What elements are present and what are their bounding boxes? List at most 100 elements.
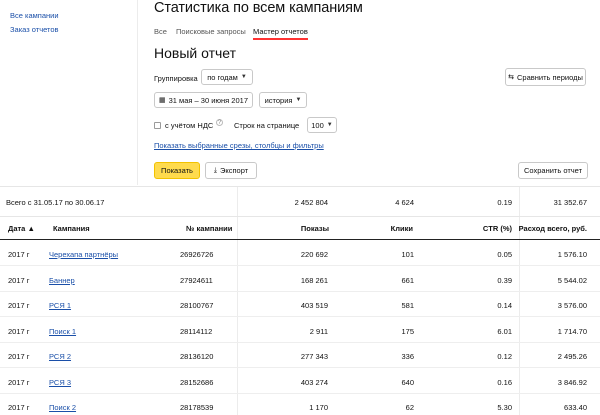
row-divider xyxy=(0,341,600,343)
vat-label: с учётом НДС xyxy=(165,121,214,130)
tab-search-queries[interactable]: Поисковые запросы xyxy=(176,27,246,36)
export-icon: ⤓ xyxy=(213,166,217,174)
totals-ctr: 0.19 xyxy=(497,198,512,207)
cell-clicks: 661 xyxy=(401,275,414,285)
save-report-label: Сохранить отчет xyxy=(523,166,583,175)
header-divider xyxy=(0,239,600,240)
cell-ctr: 0.16 xyxy=(497,377,512,387)
cell-spend: 3 576.00 xyxy=(557,301,587,310)
cell-ctr: 0.39 xyxy=(497,275,512,285)
cell-campaign-link[interactable]: РСЯ 1 xyxy=(49,301,71,310)
cell-campaign-id: 27924611 xyxy=(180,275,213,285)
column-header-date[interactable]: Дата ▲ xyxy=(8,224,35,233)
totals-spend: 31 352.67 xyxy=(553,198,587,207)
column-header-impressions[interactable]: Показы xyxy=(301,224,329,233)
column-separator xyxy=(519,187,520,415)
cell-campaign-id: 28114112 xyxy=(180,326,213,336)
compare-periods-button[interactable]: ⇆ Сравнить периоды xyxy=(505,68,586,86)
grouping-value: по годам xyxy=(207,72,238,82)
report-title: Новый отчет xyxy=(154,45,237,61)
column-header-campaign[interactable]: Кампания xyxy=(53,224,90,233)
cell-spend: 2 495.26 xyxy=(557,352,587,361)
cell-ctr: 0.12 xyxy=(497,352,512,361)
cell-impressions: 277 343 xyxy=(300,352,328,361)
totals-impressions: 2 452 804 xyxy=(294,198,328,207)
column-header-ctr[interactable]: CTR (%) xyxy=(483,224,512,233)
left-nav: Все кампании Заказ отчетов xyxy=(0,0,138,185)
export-button-label: Экспорт xyxy=(219,166,249,175)
tab-all[interactable]: Все xyxy=(154,27,167,36)
column-separator xyxy=(237,187,238,415)
cell-spend: 1 714.70 xyxy=(557,326,587,336)
chevron-down-icon: ▼ xyxy=(326,122,333,128)
row-divider xyxy=(0,265,600,266)
cell-campaign-link[interactable]: РСЯ 2 xyxy=(49,352,71,361)
cell-date: 2017 г xyxy=(8,403,30,412)
cell-campaign-id: 28152686 xyxy=(180,377,214,387)
save-report-button[interactable]: Сохранить отчет xyxy=(518,162,588,179)
cell-campaign-id: 26926726 xyxy=(180,250,214,259)
cell-ctr: 5.30 xyxy=(497,403,512,412)
cell-impressions: 2 911 xyxy=(309,326,328,336)
cell-spend: 633.40 xyxy=(564,403,587,412)
show-button-label: Показать xyxy=(161,166,193,175)
cell-campaign-id: 28100767 xyxy=(180,301,214,310)
column-header-clicks[interactable]: Клики xyxy=(391,224,413,233)
calendar-icon: ▦ xyxy=(159,97,166,104)
compare-icon: ⇆ xyxy=(508,74,514,81)
cell-campaign-id: 28136120 xyxy=(180,352,214,361)
rows-per-page-select[interactable]: 100 ▼ xyxy=(307,117,337,133)
cell-date: 2017 г xyxy=(8,352,30,361)
vat-checkbox[interactable] xyxy=(154,122,161,129)
cell-clicks: 581 xyxy=(401,301,414,310)
page-title: Статистика по всем кампаниям xyxy=(154,0,363,16)
date-range-picker[interactable]: ▦ 31 мая – 30 июня 2017 xyxy=(154,92,253,108)
nav-all-campaigns[interactable]: Все кампании xyxy=(10,11,59,20)
export-button[interactable]: ⤓ Экспорт xyxy=(205,162,257,179)
column-header-campaign-id[interactable]: № кампании xyxy=(186,224,232,233)
cell-date: 2017 г xyxy=(8,275,30,285)
cell-campaign-link[interactable]: Поиск 1 xyxy=(49,327,76,336)
date-range-value: 31 мая – 30 июня 2017 xyxy=(168,95,248,105)
show-button[interactable]: Показать xyxy=(154,162,200,179)
chevron-down-icon: ▼ xyxy=(295,97,302,103)
cell-date: 2017 г xyxy=(8,301,30,310)
cell-date: 2017 г xyxy=(8,250,30,259)
cell-clicks: 175 xyxy=(401,326,414,336)
row-divider xyxy=(0,316,600,317)
nav-order-reports[interactable]: Заказ отчетов xyxy=(10,25,59,34)
totals-divider xyxy=(0,216,600,217)
cell-spend: 3 846.92 xyxy=(557,377,587,387)
cell-campaign-link[interactable]: РСЯ 3 xyxy=(49,378,71,387)
cell-impressions: 403 519 xyxy=(300,301,328,310)
cell-ctr: 6.01 xyxy=(497,326,512,336)
cell-impressions: 168 261 xyxy=(300,275,328,285)
compare-periods-label: Сравнить периоды xyxy=(517,72,583,82)
cell-impressions: 403 274 xyxy=(300,377,328,387)
cell-campaign-id: 28178539 xyxy=(180,403,214,412)
rows-per-page-label: Строк на странице xyxy=(234,121,300,130)
cell-clicks: 336 xyxy=(401,352,414,361)
cell-clicks: 101 xyxy=(401,250,414,259)
cell-campaign-link[interactable]: Черехапа партнёры xyxy=(49,250,118,259)
row-divider xyxy=(0,367,600,368)
cell-spend: 5 544.02 xyxy=(557,275,587,285)
cell-clicks: 640 xyxy=(401,377,414,387)
cell-impressions: 220 692 xyxy=(300,250,328,259)
cell-campaign-link[interactable]: Баннер xyxy=(49,276,75,285)
cell-date: 2017 г xyxy=(8,377,30,387)
help-icon[interactable]: ? xyxy=(216,119,223,126)
history-select[interactable]: история ▼ xyxy=(259,92,307,108)
column-header-spend[interactable]: Расход всего, руб. xyxy=(519,224,587,233)
row-divider xyxy=(0,392,600,394)
cell-impressions: 1 170 xyxy=(309,403,328,412)
totals-label: Всего с 31.05.17 по 30.06.17 xyxy=(6,198,105,207)
toolbar-divider xyxy=(0,186,600,187)
chevron-down-icon: ▼ xyxy=(240,74,247,80)
show-selected-link[interactable]: Показать выбранные срезы, столбцы и филь… xyxy=(154,141,324,150)
tab-report-wizard[interactable]: Мастер отчетов xyxy=(253,27,308,40)
cell-ctr: 0.05 xyxy=(497,250,512,259)
cell-clicks: 62 xyxy=(405,403,414,412)
grouping-select[interactable]: по годам ▼ xyxy=(201,69,253,85)
cell-campaign-link[interactable]: Поиск 2 xyxy=(49,403,76,412)
